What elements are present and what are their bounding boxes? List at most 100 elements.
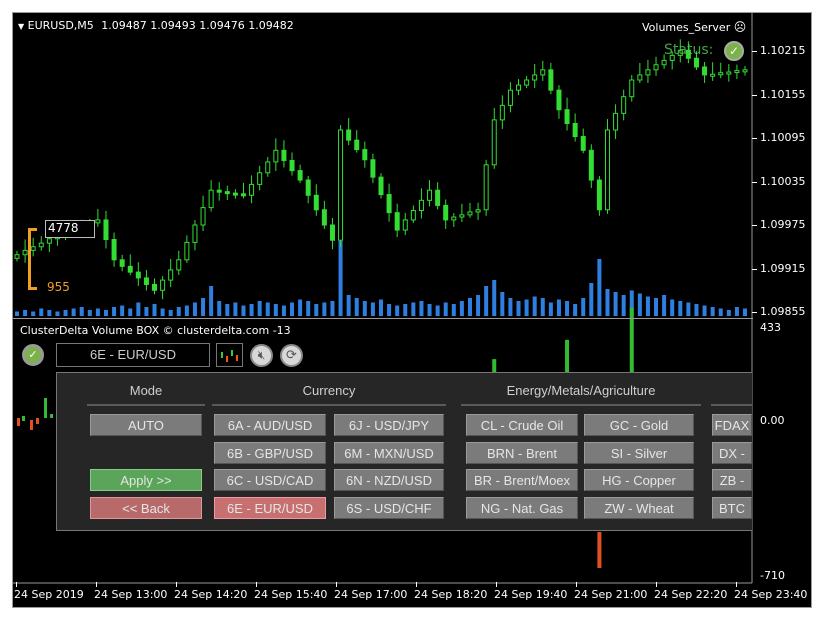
apply-button[interactable]: Apply >> [90,469,202,491]
currency-button[interactable]: 6B - GBP/USD [214,442,326,464]
volume-bar [605,289,610,316]
candle-body [507,89,513,106]
volume-bar [710,307,715,316]
volume-bar [249,304,254,316]
candle-body [532,74,538,81]
candle-body [321,209,327,226]
candle-body [289,159,295,172]
commodity-button[interactable]: SI - Silver [584,442,694,464]
volume-bar [184,305,189,316]
collapse-arrow-icon[interactable]: ▼ [18,22,24,31]
subwindow-divider[interactable] [13,318,753,319]
price-label: 1.09975 [760,218,806,231]
commodity-button[interactable]: BR - Brent/Moex [466,469,578,491]
time-label: 24 Sep 22:20 [654,588,728,601]
volume-bar [103,310,108,316]
candle-body [346,129,352,141]
candle-body [621,96,627,114]
delta-bar [30,420,33,430]
currency-button[interactable]: 6S - USD/CHF [334,497,444,519]
currency-button[interactable]: 6C - USD/CAD [214,469,326,491]
delta-bar [36,418,39,424]
volume-bar [597,259,602,316]
volume-bar [120,305,125,316]
candle-body [257,172,263,185]
candle-body [297,170,303,181]
delta-bar [565,339,570,372]
time-tick [176,582,177,587]
volume-bar [152,304,157,316]
volume-bar [443,302,448,316]
candle-body [14,254,20,259]
candle-body [418,199,424,212]
candle-body [240,193,246,197]
volume-bar [670,299,675,316]
candle-body [580,136,586,151]
commodity-button[interactable]: BRN - Brent [466,442,578,464]
commodity-button[interactable]: GC - Gold [584,414,694,436]
check-circle-icon[interactable]: ✓ [724,41,744,61]
candle-body [718,72,724,76]
check-circle-icon[interactable]: ✓ [22,344,44,366]
currency-button[interactable]: 6M - MXN/USD [334,442,444,464]
other-instrument-button[interactable]: ZB - [712,469,752,491]
range-bracket [28,228,37,290]
candle-body [564,109,570,124]
price-tick [752,138,757,139]
candle-body [305,179,311,196]
volume-bar [654,298,659,316]
volume-bar [451,304,456,316]
currency-button[interactable]: 6J - USD/JPY [334,414,444,436]
volume-bar [273,304,278,316]
other-instrument-button[interactable]: DX - [712,442,752,464]
volume-bar [79,307,84,316]
time-label: 24 Sep 13:00 [94,588,168,601]
candle-body [362,149,368,161]
price-tick [752,225,757,226]
candle-body [734,70,740,74]
volume-bar [662,295,667,316]
currency-button[interactable]: 6E - EUR/USD [214,497,326,519]
volume-bar [23,310,28,316]
volume-bar [290,302,295,316]
rotate-icon[interactable]: ⟳ [280,344,303,367]
candle-body [168,269,174,281]
volume-bar [694,304,699,316]
commodity-button[interactable]: ZW - Wheat [584,497,694,519]
price-tick [752,181,757,183]
volume-bar [419,301,424,316]
candle-body [742,69,748,73]
currency-button[interactable]: 6A - AUD/USD [214,414,326,436]
candle-body [249,183,255,196]
candle-body [726,71,732,75]
candles-icon[interactable] [216,343,243,367]
volume-bar [702,305,707,316]
commodity-button[interactable]: CL - Crude Oil [466,414,578,436]
mode-header: Mode [129,383,163,398]
other-instrument-button[interactable]: FDAX [712,414,752,436]
currency-button[interactable]: 6N - NZD/USD [334,469,444,491]
commodity-button[interactable]: HG - Copper [584,469,694,491]
candle-body [224,191,230,195]
commodity-button[interactable]: NG - Nat. Gas [466,497,578,519]
delta-max-label: 433 [760,321,781,334]
candle-body [459,214,465,218]
symbol-label: EURUSD,M5 [27,19,94,32]
auto-button[interactable]: AUTO [90,414,202,436]
volume-bar [743,308,747,316]
price-label: 1.09915 [760,261,806,275]
symbol-selector[interactable]: 6E - EUR/USD [56,343,210,367]
volume-bar [395,305,400,316]
volume-bar [678,301,683,316]
back-button[interactable]: << Back [90,497,202,519]
candle-body [629,79,635,98]
other-instrument-button[interactable]: BTC [712,497,752,519]
chart-header: ▼ EURUSD,M5 1.09487 1.09493 1.09476 1.09… [18,19,294,32]
volume-bar [241,305,246,316]
mute-icon[interactable]: 🔇︎ [250,344,273,367]
volume-bar [484,286,489,316]
volume-bar [379,299,383,316]
price-tick [752,51,757,52]
volume-bar [281,305,286,316]
volume-bar [217,301,222,316]
